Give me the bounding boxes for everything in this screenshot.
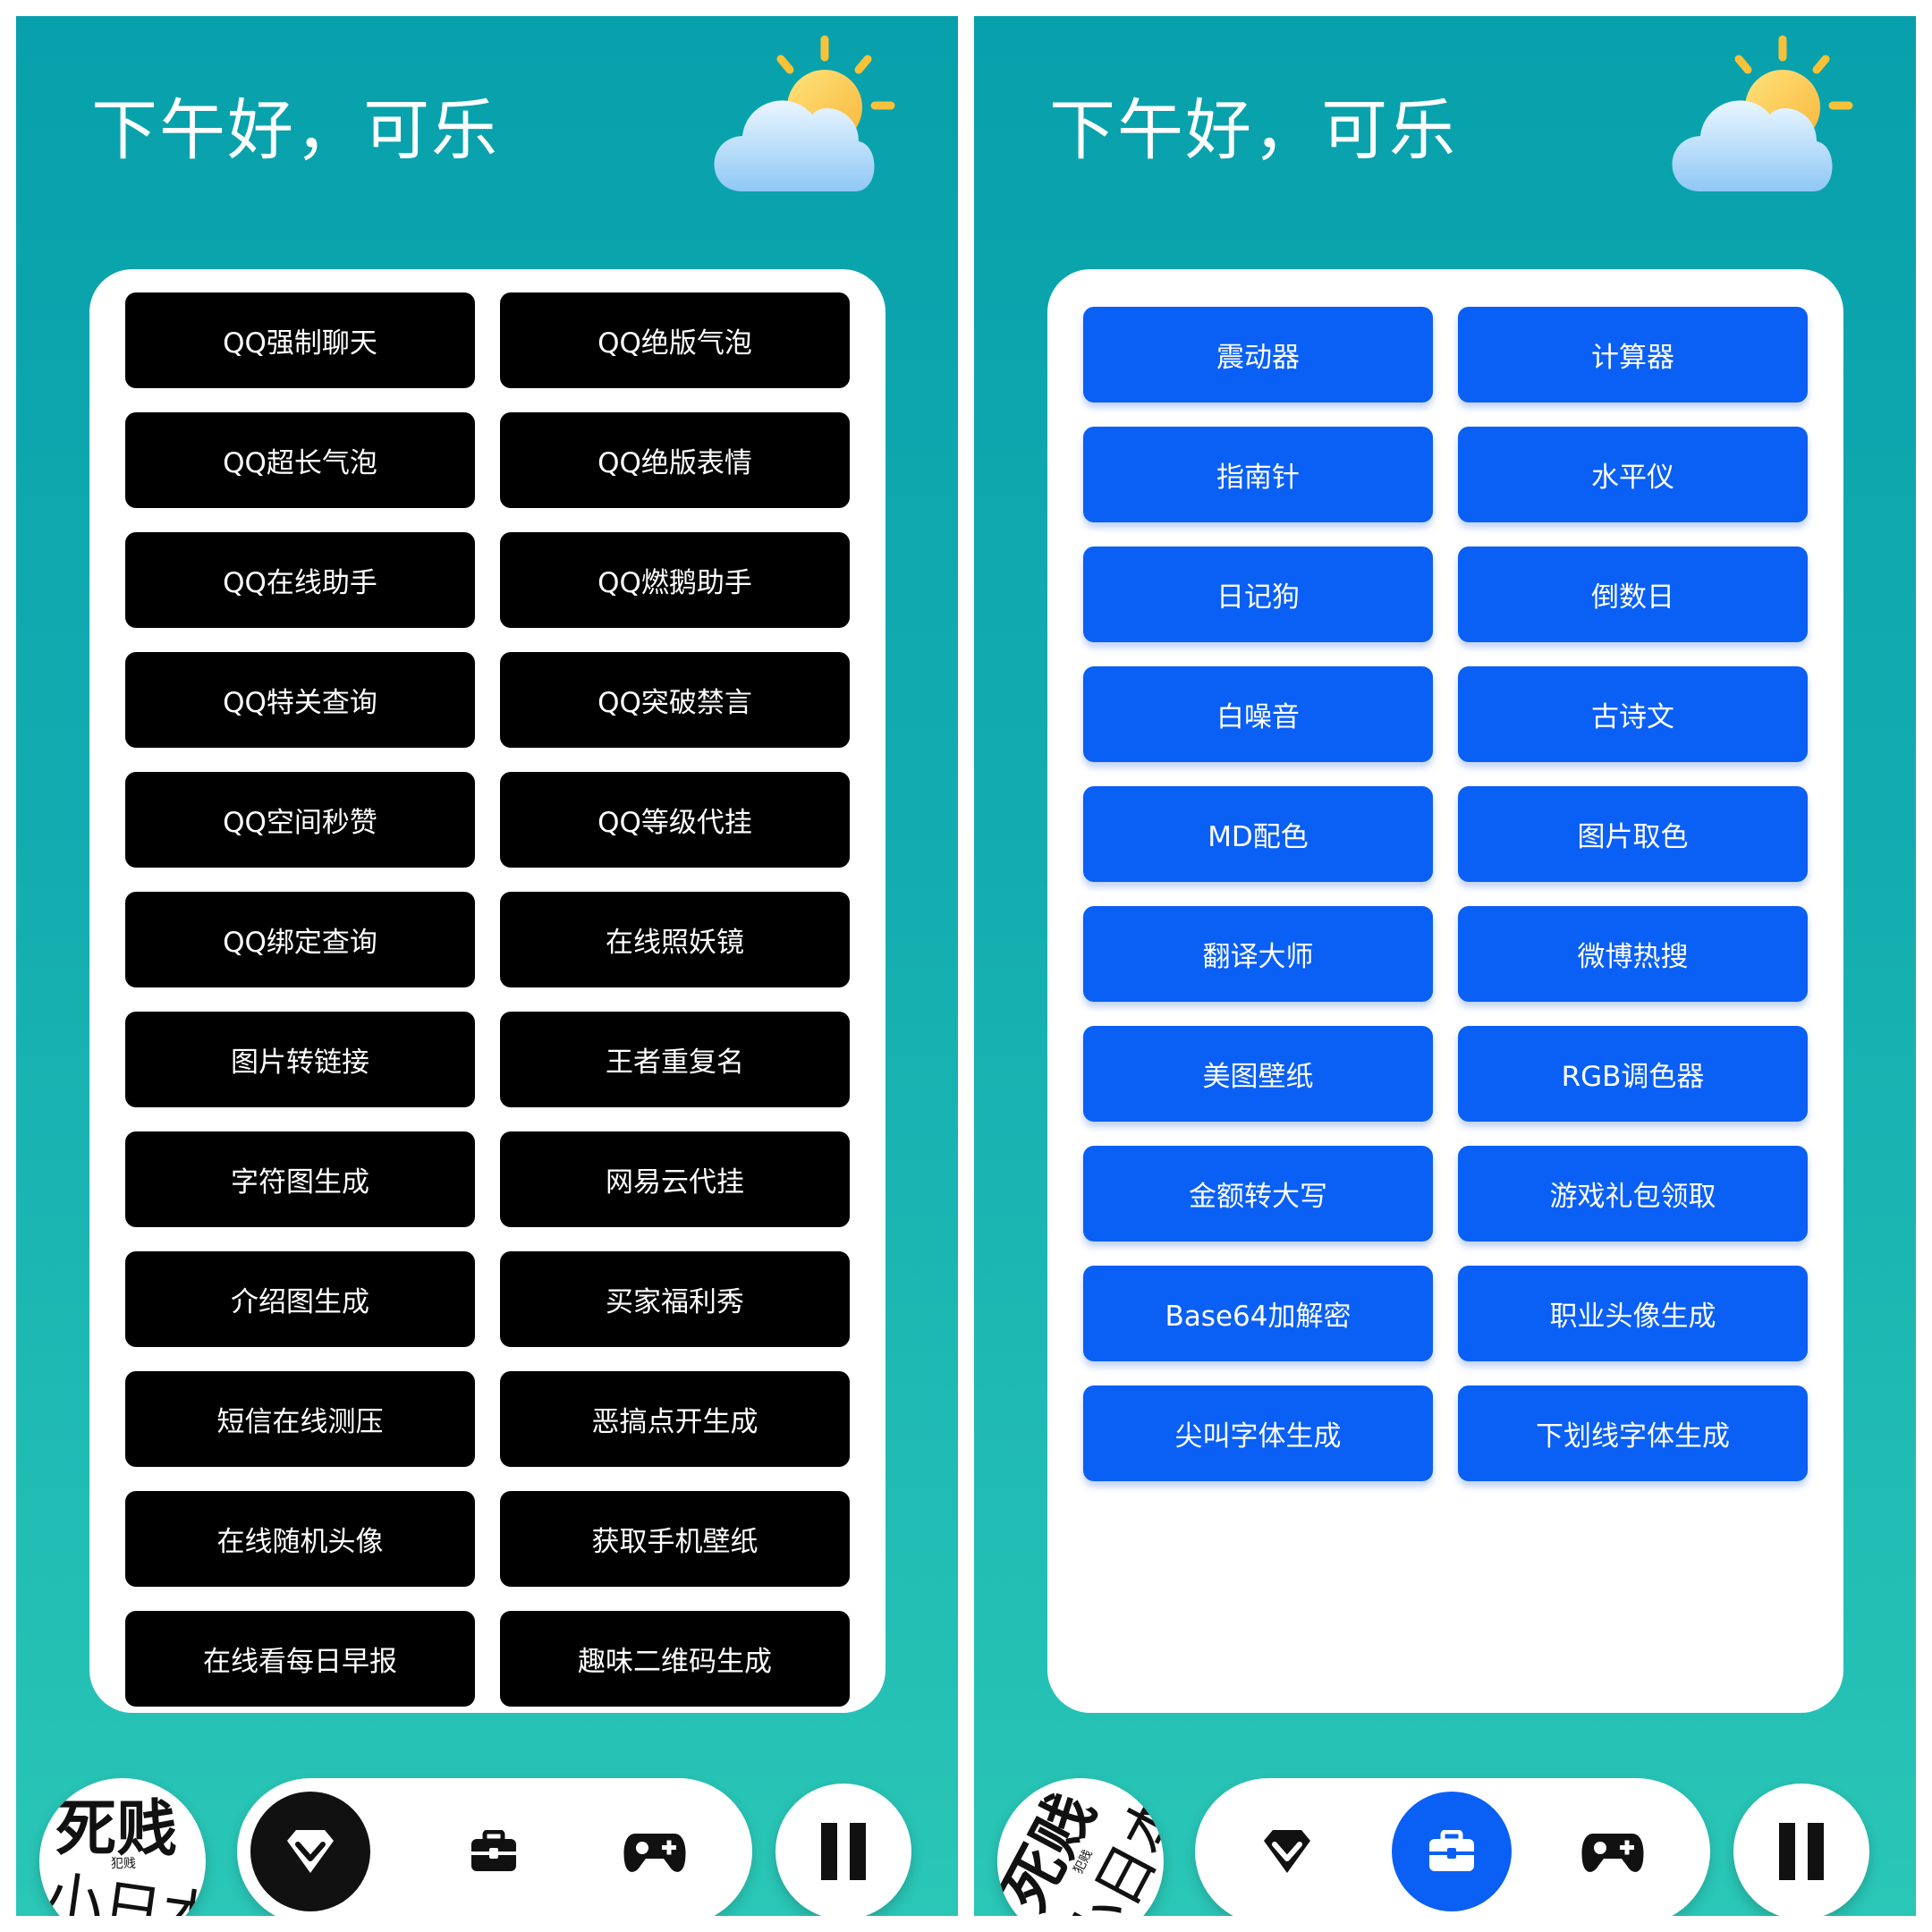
bottom-bar: 死贱 犯贱 小日本 xyxy=(974,1760,1916,1916)
tool-button[interactable]: MD配色 xyxy=(1083,786,1433,882)
avatar[interactable]: 死贱 犯贱 小日本 xyxy=(997,1778,1164,1916)
pause-icon xyxy=(1779,1823,1824,1880)
bottom-bar: 死贱 犯贱 小日本 xyxy=(16,1760,958,1916)
tool-button[interactable]: 倒数日 xyxy=(1458,547,1808,642)
tool-button[interactable]: 网易云代挂 xyxy=(500,1131,850,1227)
tool-button[interactable]: 王者重复名 xyxy=(500,1012,850,1107)
avatar[interactable]: 死贱 犯贱 小日本 xyxy=(39,1778,206,1916)
tools-card: QQ强制聊天 QQ绝版气泡 QQ超长气泡 QQ绝版表情 QQ在线助手 QQ燃鹅助手 QQ特关… xyxy=(89,269,886,1713)
tool-button[interactable]: 短信在线测压 xyxy=(125,1371,475,1467)
tool-button[interactable]: 字符图生成 xyxy=(125,1131,475,1227)
nav-tools[interactable] xyxy=(434,1792,554,1911)
tool-button[interactable]: 图片转链接 xyxy=(125,1012,475,1107)
tool-button[interactable]: 在线随机头像 xyxy=(125,1491,475,1587)
tool-button[interactable]: 获取手机壁纸 xyxy=(500,1491,850,1587)
tool-button[interactable]: QQ超长气泡 xyxy=(125,412,475,508)
greeting-text: 下午好，可乐 xyxy=(1049,92,1457,169)
pause-button[interactable] xyxy=(1733,1784,1869,1916)
diamond-icon xyxy=(287,1830,334,1873)
tool-button[interactable]: 白噪音 xyxy=(1083,666,1433,762)
nav-home[interactable] xyxy=(250,1792,370,1911)
tool-button[interactable]: QQ突破禁言 xyxy=(500,652,850,748)
tool-button[interactable]: 职业头像生成 xyxy=(1458,1266,1808,1361)
button-grid: QQ强制聊天 QQ绝版气泡 QQ超长气泡 QQ绝版表情 QQ在线助手 QQ燃鹅助手 QQ特关… xyxy=(125,292,850,1707)
pause-button[interactable] xyxy=(775,1784,911,1916)
avatar-image: 死贱 犯贱 小日本 xyxy=(997,1781,1164,1916)
tool-button[interactable]: QQ绑定查询 xyxy=(125,892,475,987)
briefcase-icon xyxy=(1429,1830,1474,1871)
tool-button[interactable]: 计算器 xyxy=(1458,307,1808,402)
button-grid: 震动器 计算器 指南针 水平仪 日记狗 倒数日 白噪音 古诗文 MD配色 图片取色 翻译大师 微博热搜… xyxy=(1083,307,1808,1481)
nav-tools[interactable] xyxy=(1392,1792,1512,1911)
avatar-text-line2: 小日本 xyxy=(39,1863,206,1916)
tool-button[interactable]: 尖叫字体生成 xyxy=(1083,1385,1433,1481)
tool-button[interactable]: QQ绝版气泡 xyxy=(500,292,850,388)
partly-cloudy-icon xyxy=(1672,35,1853,191)
tool-button[interactable]: QQ强制聊天 xyxy=(125,292,475,388)
partly-cloudy-icon xyxy=(714,35,895,191)
greeting-text: 下午好，可乐 xyxy=(91,92,499,169)
tool-button[interactable]: 古诗文 xyxy=(1458,666,1808,762)
tool-button[interactable]: Base64加解密 xyxy=(1083,1266,1433,1361)
tool-button[interactable]: 翻译大师 xyxy=(1083,906,1433,1002)
left-screen: 下午好，可乐 QQ强制聊天 QQ绝版气泡 QQ超长气泡 QQ绝版表情 QQ在线助手 QQ燃… xyxy=(16,16,958,1916)
nav-home[interactable] xyxy=(1227,1792,1347,1911)
nav-games[interactable] xyxy=(1553,1792,1673,1911)
tool-button[interactable]: 在线照妖镜 xyxy=(500,892,850,987)
tool-button[interactable]: 图片取色 xyxy=(1458,786,1808,882)
avatar-text-small: 犯贱 xyxy=(111,1857,136,1871)
tool-button[interactable]: 恶搞点开生成 xyxy=(500,1371,850,1467)
tool-button[interactable]: RGB调色器 xyxy=(1458,1026,1808,1122)
tool-button[interactable]: 日记狗 xyxy=(1083,547,1433,642)
diamond-icon xyxy=(1264,1830,1310,1873)
tool-button[interactable]: 游戏礼包领取 xyxy=(1458,1146,1808,1241)
tool-button[interactable]: 下划线字体生成 xyxy=(1458,1385,1808,1481)
right-screen: 下午好，可乐 震动器 计算器 指南针 水平仪 日记狗 倒数日 白噪音 古诗文 MD配色 图片取色翻… xyxy=(974,16,1916,1916)
tool-button[interactable]: 金额转大写 xyxy=(1083,1146,1433,1241)
tool-button[interactable]: QQ燃鹅助手 xyxy=(500,532,850,628)
avatar-image: 死贱 犯贱 小日本 xyxy=(39,1793,206,1916)
bottom-nav xyxy=(237,1778,752,1916)
nav-games[interactable] xyxy=(595,1792,715,1911)
tool-button[interactable]: 介绍图生成 xyxy=(125,1251,475,1347)
tool-button[interactable]: QQ特关查询 xyxy=(125,652,475,748)
tool-button[interactable]: 水平仪 xyxy=(1458,427,1808,522)
tool-button[interactable]: 买家福利秀 xyxy=(500,1251,850,1347)
pause-icon xyxy=(821,1823,866,1880)
tool-button[interactable]: 指南针 xyxy=(1083,427,1433,522)
gamepad-icon xyxy=(623,1834,686,1872)
tool-button[interactable]: QQ在线助手 xyxy=(125,532,475,628)
tool-button[interactable]: 微博热搜 xyxy=(1458,906,1808,1002)
tool-button[interactable]: 震动器 xyxy=(1083,307,1433,402)
briefcase-icon xyxy=(471,1830,516,1871)
tool-button[interactable]: QQ空间秒赞 xyxy=(125,772,475,868)
tool-button[interactable]: 趣味二维码生成 xyxy=(500,1611,850,1707)
tool-button[interactable]: 在线看每日早报 xyxy=(125,1611,475,1707)
tool-button[interactable]: QQ等级代挂 xyxy=(500,772,850,868)
avatar-text-line1: 死贱 xyxy=(55,1793,177,1865)
tool-button[interactable]: 美图壁纸 xyxy=(1083,1026,1433,1122)
tool-button[interactable]: QQ绝版表情 xyxy=(500,412,850,508)
bottom-nav xyxy=(1195,1778,1710,1916)
gamepad-icon xyxy=(1581,1834,1644,1872)
tools-card: 震动器 计算器 指南针 水平仪 日记狗 倒数日 白噪音 古诗文 MD配色 图片取色 翻译大师 微博热搜… xyxy=(1047,269,1843,1713)
